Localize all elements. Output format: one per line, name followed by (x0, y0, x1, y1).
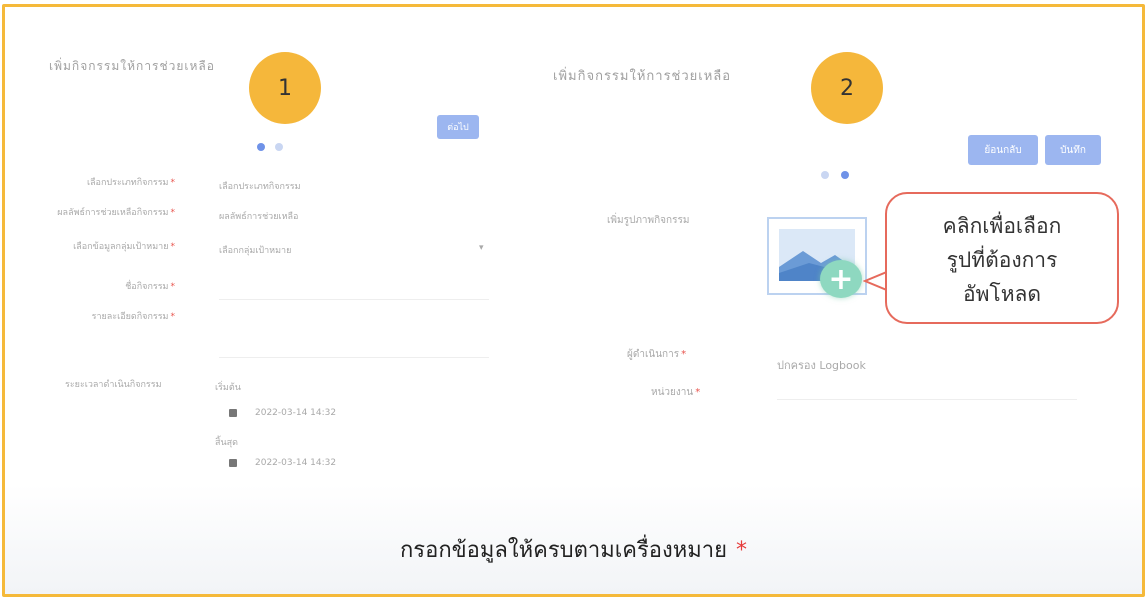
step2-badge: 2 (811, 52, 883, 124)
operator-label: ผู้ดำเนินการ * (627, 349, 687, 360)
image-label: เพิ่มรูปภาพกิจกรรม (607, 215, 690, 226)
field-detail-label: รายละเอียดกิจกรรม * (91, 312, 175, 322)
calendar-icon (229, 459, 237, 467)
field-detail-textarea[interactable] (219, 357, 489, 358)
footer-instruction: กรอกข้อมูลให้ครบตามเครื่องหมาย * (5, 532, 1142, 567)
step2-dot-active (841, 171, 849, 179)
instruction-frame: เพิ่มกิจกรรมให้การช่วยเหลือ 1 ต่อไป เลือ… (2, 4, 1145, 597)
field-name-input[interactable] (219, 299, 489, 300)
field-target-select[interactable]: เลือกกลุ่มเป้าหมาย (219, 243, 291, 257)
step1-next-button[interactable]: ต่อไป (437, 115, 479, 139)
step1-title: เพิ่มกิจกรรมให้การช่วยเหลือ (49, 59, 215, 73)
callout-line-3: อัพโหลด (962, 282, 1042, 306)
chevron-down-icon: ▾ (479, 243, 484, 253)
end-date-input[interactable]: 2022-03-14 14:32 (255, 458, 336, 468)
step2-title: เพิ่มกิจกรรมให้การช่วยเหลือ (553, 69, 732, 84)
agency-input[interactable] (777, 399, 1077, 400)
save-button[interactable]: บันทึก (1045, 135, 1101, 165)
period-label: ระยะเวลาดำเนินกิจกรรม (65, 380, 162, 390)
back-button[interactable]: ย้อนกลับ (968, 135, 1038, 165)
operator-value[interactable]: ปกครอง Logbook (777, 356, 866, 374)
step1-dot-inactive (275, 143, 283, 151)
field-name-label: ชื่อกิจกรรม * (125, 282, 175, 292)
end-label: สิ้นสุด (215, 438, 238, 448)
field-target-label: เลือกข้อมูลกลุ่มเป้าหมาย * (73, 242, 175, 252)
step1-badge: 1 (249, 52, 321, 124)
field-activity-type-label: เลือกประเภทกิจกรรม * (86, 178, 175, 188)
calendar-icon (229, 409, 237, 417)
step2-dot-inactive (821, 171, 829, 179)
step1-dot-active (257, 143, 265, 151)
agency-label: หน่วยงาน * (651, 387, 701, 398)
start-label: เริ่มต้น (215, 383, 241, 393)
field-activity-type-select[interactable]: เลือกประเภทกิจกรรม (219, 179, 301, 193)
footer-text: กรอกข้อมูลให้ครบตามเครื่องหมาย (399, 538, 728, 563)
footer-asterisk: * (736, 538, 748, 563)
field-result-label: ผลลัพธ์การช่วยเหลือกิจกรรม * (57, 208, 175, 218)
callout-bubble: คลิกเพื่อเลือก รูปที่ต้องการ อัพโหลด (885, 192, 1119, 324)
callout-line-2: รูปที่ต้องการ (946, 248, 1058, 272)
start-date-input[interactable]: 2022-03-14 14:32 (255, 408, 336, 418)
field-result-select[interactable]: ผลลัพธ์การช่วยเหลือ (219, 209, 298, 223)
callout-line-1: คลิกเพื่อเลือก (942, 214, 1062, 238)
add-image-plus-icon[interactable]: + (820, 260, 862, 298)
